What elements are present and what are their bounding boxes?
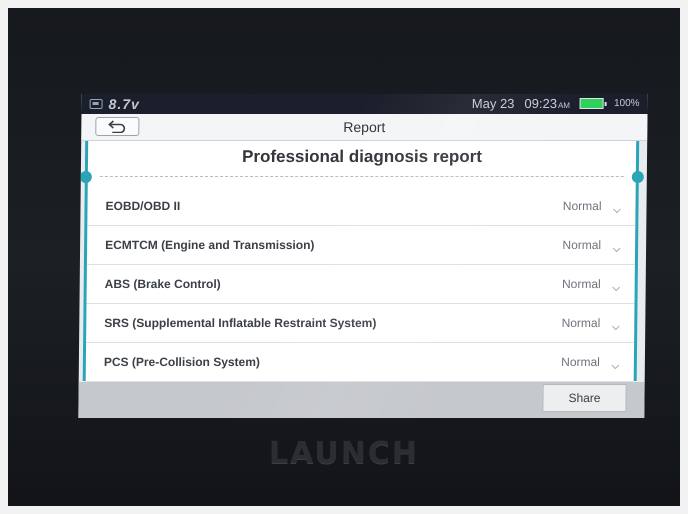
system-row-abs[interactable]: ABS (Brake Control) Normal	[86, 265, 635, 304]
voltage-readout: 8.7v	[108, 96, 140, 112]
vci-connection-icon	[89, 99, 103, 109]
chevron-down-icon	[612, 279, 621, 297]
chevron-down-icon	[611, 357, 620, 375]
system-status: Normal	[561, 277, 601, 291]
report-card: Professional diagnosis report EOBD/OBD I…	[79, 141, 644, 382]
system-name: ECMTCM (Engine and Transmission)	[105, 238, 315, 252]
card-edge-dot-right	[631, 171, 644, 183]
title-bar: Report	[81, 114, 648, 141]
system-row-eobd[interactable]: EOBD/OBD II Normal	[87, 187, 636, 226]
system-name: PCS (Pre-Collision System)	[103, 355, 261, 369]
system-row-pcs[interactable]: PCS (Pre-Collision System) Normal	[85, 343, 635, 382]
system-status: Normal	[562, 199, 602, 213]
status-ampm: AM	[557, 101, 571, 110]
system-row-srs[interactable]: SRS (Supplemental Inflatable Restraint S…	[86, 304, 635, 343]
card-edge-dot-left	[79, 171, 92, 183]
system-name: ABS (Brake Control)	[104, 277, 221, 291]
status-date: May 23	[471, 96, 515, 111]
device-screen: 8.7v May 23 09:23AM 100% Report Professi…	[78, 94, 648, 418]
share-button[interactable]: Share	[542, 384, 627, 412]
system-name: SRS (Supplemental Inflatable Restraint S…	[104, 316, 377, 330]
page-title: Report	[343, 119, 386, 135]
status-right: May 23 09:23AM 100%	[472, 96, 640, 111]
report-heading: Professional diagnosis report	[241, 147, 483, 166]
heading-divider	[99, 176, 624, 177]
battery-percent: 100%	[613, 98, 640, 109]
system-status: Normal	[562, 238, 602, 252]
device-brand-logo: LAUNCH	[268, 436, 419, 471]
chevron-down-icon	[611, 318, 620, 336]
bottom-bar: Share	[78, 382, 645, 418]
status-time: 09:23	[524, 96, 558, 111]
system-status: Normal	[561, 316, 601, 330]
status-left: 8.7v	[89, 96, 140, 112]
status-time-group: 09:23AM	[524, 96, 570, 111]
battery-icon	[579, 98, 605, 109]
system-name: EOBD/OBD II	[105, 199, 181, 213]
system-status: Normal	[561, 355, 600, 369]
chevron-down-icon	[612, 240, 621, 258]
status-bar: 8.7v May 23 09:23AM 100%	[81, 94, 648, 114]
system-row-ecmtcm[interactable]: ECMTCM (Engine and Transmission) Normal	[86, 226, 636, 265]
system-list: EOBD/OBD II Normal ECMTCM (Engine and Tr…	[85, 187, 636, 382]
chevron-down-icon	[612, 201, 621, 219]
